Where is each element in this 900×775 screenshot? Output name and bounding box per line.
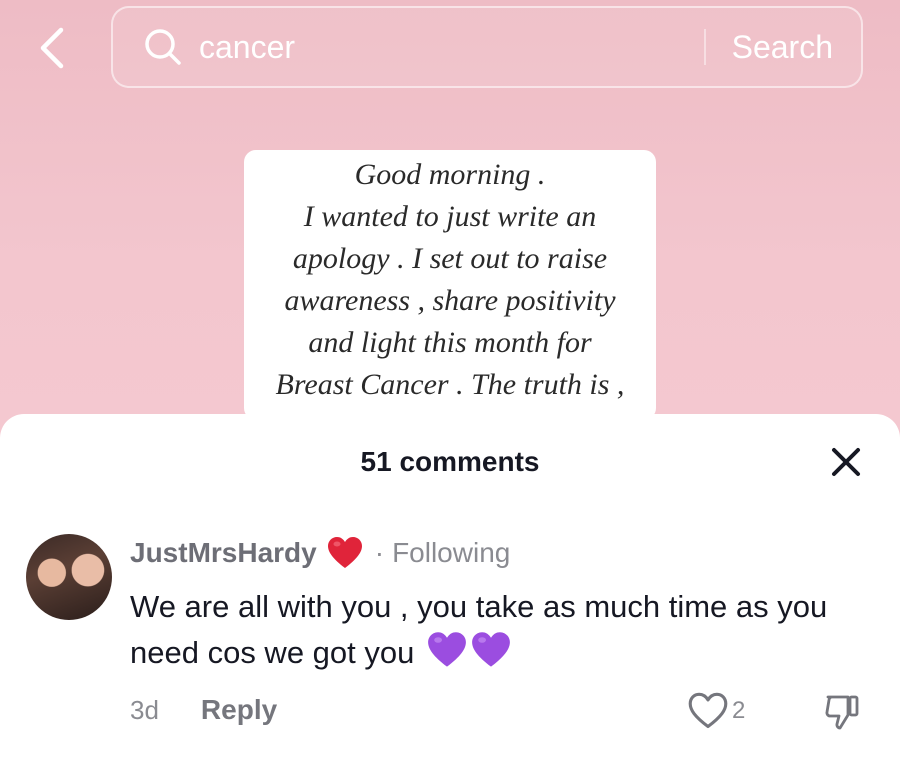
red-heart-emoji-icon xyxy=(327,536,363,570)
separator-dot: · xyxy=(374,537,385,568)
heart-outline-icon xyxy=(688,692,728,729)
chevron-left-icon xyxy=(40,27,64,69)
search-input[interactable] xyxy=(199,28,704,66)
purple-heart-emoji-icon xyxy=(471,631,511,682)
close-button[interactable] xyxy=(826,442,866,482)
dislike-button[interactable] xyxy=(822,692,862,732)
note-line: awareness , share positivity xyxy=(284,284,616,317)
note-line: and light this month for xyxy=(308,326,592,359)
comment-header: JustMrsHardy · Following xyxy=(130,536,510,570)
search-icon xyxy=(141,25,185,69)
comment-body: We are all with you , you take as much t… xyxy=(130,584,860,682)
note-line: Good morning . xyxy=(354,158,546,191)
close-icon xyxy=(832,448,860,476)
avatar[interactable] xyxy=(26,534,112,620)
comment-age: 3d xyxy=(130,694,159,725)
comment-meta: 3d Reply xyxy=(130,694,277,726)
purple-heart-emoji-icon xyxy=(427,631,467,682)
note-line: Breast Cancer . The truth is , xyxy=(275,368,625,401)
reply-button[interactable]: Reply xyxy=(201,694,277,726)
note-line: I wanted to just write an xyxy=(303,200,597,233)
comments-sheet: 51 comments JustMrsHardy · Following We … xyxy=(0,414,900,775)
like-count: 2 xyxy=(732,697,746,724)
back-button[interactable] xyxy=(28,22,76,74)
search-bar: Search xyxy=(111,6,863,88)
note-line: apology . I set out to raise xyxy=(292,242,608,275)
video-text-note: Good morning . I wanted to just write an… xyxy=(244,150,656,420)
search-button[interactable]: Search xyxy=(732,29,833,66)
like-button[interactable]: 2 xyxy=(688,692,745,730)
following-status: Following xyxy=(392,537,511,568)
comment-username[interactable]: JustMrsHardy xyxy=(130,537,317,569)
comments-count-title: 51 comments xyxy=(360,446,540,477)
thumbs-down-icon xyxy=(825,695,859,730)
search-divider xyxy=(703,29,706,65)
